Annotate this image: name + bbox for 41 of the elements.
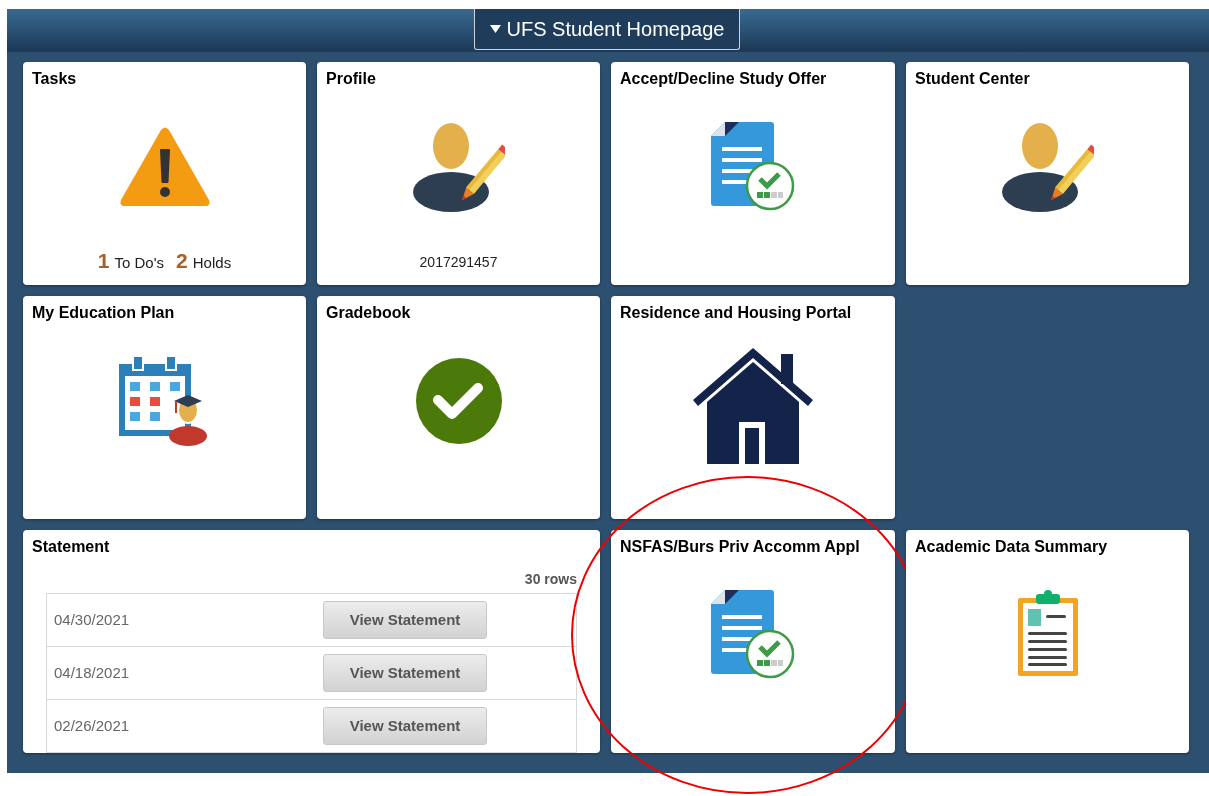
tile[interactable]: Student Center bbox=[906, 62, 1189, 285]
tile-title: Statement bbox=[31, 537, 111, 556]
tile-title: Gradebook bbox=[325, 303, 412, 322]
view-statement-button[interactable]: View Statement bbox=[323, 707, 487, 745]
tile[interactable]: Statement 30 rows 04/30/2021 View Statement 04/18/2021 View Statement 02/26/2021 View Statement bbox=[23, 530, 600, 753]
tile[interactable]: Profile 2017291457 bbox=[317, 62, 600, 285]
tile[interactable]: Residence and Housing Portal bbox=[611, 296, 895, 519]
tile-title: My Education Plan bbox=[31, 303, 176, 322]
tile-title: Profile bbox=[325, 69, 377, 88]
tile-title: NSFAS/Burs Priv Accomm Appl bbox=[619, 537, 861, 556]
statement-date: 04/18/2021 bbox=[54, 662, 131, 683]
check-circle-icon bbox=[415, 358, 502, 444]
caret-icon bbox=[489, 25, 501, 33]
student-number: 2017291457 bbox=[418, 253, 499, 272]
user-edit-icon bbox=[412, 122, 505, 214]
statement-date: 04/30/2021 bbox=[54, 609, 131, 630]
tile[interactable]: Tasks 1 To Do's 2 Holds bbox=[23, 62, 306, 285]
document-check-icon bbox=[711, 590, 795, 680]
count-number: 1 bbox=[97, 247, 110, 274]
tile-title: Student Center bbox=[914, 69, 1031, 88]
count-label: Holds bbox=[192, 252, 232, 273]
statement-date: 02/26/2021 bbox=[54, 715, 131, 736]
view-statement-button[interactable]: View Statement bbox=[323, 601, 487, 639]
tile[interactable]: My Education Plan bbox=[23, 296, 306, 519]
count-label: To Do's bbox=[114, 252, 165, 273]
view-statement-button[interactable]: View Statement bbox=[323, 654, 487, 692]
warning-icon bbox=[118, 126, 211, 208]
clipboard-icon bbox=[1015, 590, 1080, 678]
document-check-icon bbox=[711, 122, 795, 212]
count-number: 2 bbox=[176, 247, 188, 274]
tile-title: Academic Data Summary bbox=[914, 537, 1109, 556]
user-edit-icon bbox=[1001, 122, 1094, 214]
homepage-menu-button[interactable]: UFS Student Homepage bbox=[474, 9, 740, 50]
tile-title: Accept/Decline Study Offer bbox=[619, 69, 828, 88]
tile-title: Tasks bbox=[31, 69, 78, 88]
tile-title: Residence and Housing Portal bbox=[619, 303, 853, 322]
row-count: 30 rows bbox=[524, 570, 577, 589]
tile[interactable]: NSFAS/Burs Priv Accomm Appl bbox=[611, 530, 895, 753]
tile[interactable]: Academic Data Summary bbox=[906, 530, 1189, 753]
tile[interactable]: Gradebook bbox=[317, 296, 600, 519]
tile[interactable]: Accept/Decline Study Offer bbox=[611, 62, 895, 285]
